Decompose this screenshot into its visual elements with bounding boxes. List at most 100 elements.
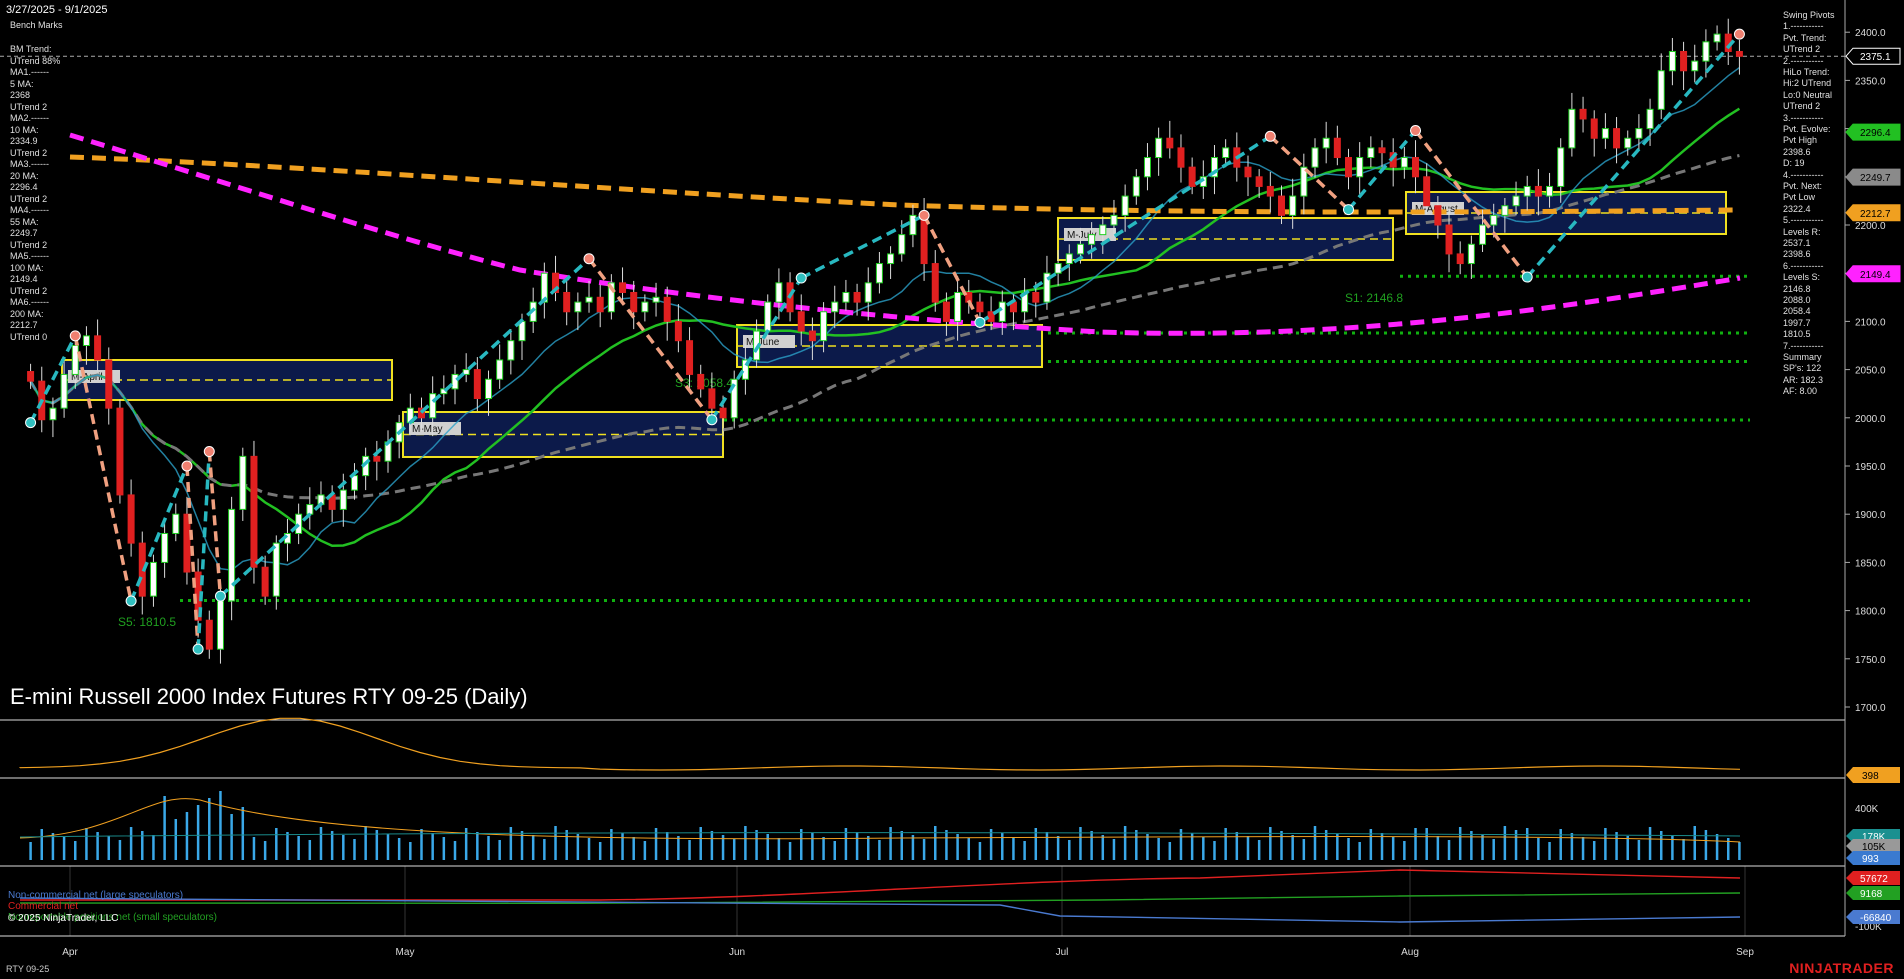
pivot-line: AF: 8.00 bbox=[1783, 386, 1818, 397]
benchmark-line: UTrend 2 bbox=[10, 147, 48, 158]
candle-body bbox=[1121, 195, 1129, 216]
candle-body bbox=[652, 296, 660, 303]
pivot-line: Pvt. Evolve: bbox=[1783, 124, 1831, 134]
y-tick-label: 1850.0 bbox=[1855, 558, 1886, 569]
benchmark-line: UTrend 2 bbox=[10, 239, 48, 250]
pivot-line: 2398.6 bbox=[1783, 249, 1811, 260]
benchmark-line: MA6.------ bbox=[10, 297, 49, 307]
pivot-line: 2537.1 bbox=[1783, 238, 1811, 248]
pivot-line: 1997.7 bbox=[1783, 317, 1811, 328]
candle-body bbox=[898, 234, 906, 255]
candle-body bbox=[1356, 157, 1364, 178]
benchmark-line: UTrend 2 bbox=[10, 101, 48, 112]
swing-high-marker bbox=[918, 209, 930, 221]
price-chart[interactable]: S1: 2146.8S2: 2088.0S3: 2058.4S4: 1997.7… bbox=[0, 0, 1904, 979]
benchmark-line: UTrend 2 bbox=[10, 285, 48, 296]
candle-body bbox=[1523, 185, 1531, 197]
swing-low-marker bbox=[974, 316, 986, 328]
candle-body bbox=[1400, 157, 1408, 168]
candle-body bbox=[1155, 137, 1163, 159]
benchmark-line: MA5.------ bbox=[10, 251, 49, 261]
chart-title: E-mini Russell 2000 Index Futures RTY 09… bbox=[10, 684, 528, 709]
candle-body bbox=[998, 301, 1006, 322]
y-tick-label: 2000.0 bbox=[1855, 414, 1886, 425]
y-tick-label: 1800.0 bbox=[1855, 607, 1886, 618]
candle-body bbox=[1735, 50, 1743, 57]
candle-body bbox=[205, 619, 213, 650]
y-tick-label: 1950.0 bbox=[1855, 462, 1886, 473]
candle-body bbox=[1188, 166, 1196, 187]
moving-averages-layer bbox=[29, 66, 1741, 571]
candle-body bbox=[473, 369, 481, 400]
swing-low-marker bbox=[192, 643, 204, 655]
swing-low-marker bbox=[125, 595, 137, 607]
ma-10-line bbox=[29, 66, 1740, 571]
candle-body bbox=[842, 291, 850, 303]
candle-body bbox=[507, 340, 515, 361]
candle-body bbox=[239, 455, 247, 510]
candle-body bbox=[485, 378, 493, 400]
x-tick-label: May bbox=[396, 947, 415, 958]
volume-axis-label: 400K bbox=[1855, 804, 1879, 815]
x-tick-label: Aug bbox=[1401, 947, 1419, 958]
candle-body bbox=[1490, 214, 1498, 226]
price-tag-value: 2375.1 bbox=[1860, 52, 1891, 63]
candle-body bbox=[887, 253, 895, 265]
candle-body bbox=[1177, 147, 1185, 168]
copyright: © 2025 NinjaTrader, LLC bbox=[8, 913, 119, 924]
swing-low-marker bbox=[214, 590, 226, 602]
benchmark-line: UTrend 0 bbox=[10, 331, 48, 342]
candle-body bbox=[27, 371, 35, 382]
benchmark-line: BM Trend: bbox=[10, 44, 52, 54]
swing-low-marker bbox=[706, 414, 718, 426]
benchmark-line: 200 MA: bbox=[10, 308, 44, 319]
candle-body bbox=[976, 301, 984, 313]
bench-marks-heading: Bench Marks bbox=[10, 20, 63, 30]
price-tag-value: 2212.7 bbox=[1860, 209, 1891, 220]
x-tick-label: Jun bbox=[729, 947, 745, 958]
benchmark-line: 2149.4 bbox=[10, 274, 38, 284]
oscillator-line bbox=[19, 717, 1741, 771]
candle-body bbox=[172, 513, 180, 534]
candle-body bbox=[295, 513, 303, 534]
support-level-label: S5: 1810.5 bbox=[118, 615, 176, 629]
candle-body bbox=[663, 296, 671, 322]
candle-body bbox=[94, 335, 102, 361]
y-tick-label: 2400.0 bbox=[1855, 28, 1886, 39]
candle-body bbox=[831, 301, 839, 313]
candle-body bbox=[619, 282, 627, 293]
candle-body bbox=[1244, 166, 1252, 178]
pivot-line: 2088.0 bbox=[1783, 295, 1811, 305]
candle-body bbox=[942, 301, 950, 322]
candle-body bbox=[864, 282, 872, 303]
candle-body bbox=[1579, 108, 1587, 120]
swing-high-marker bbox=[203, 446, 215, 458]
candle-body bbox=[1367, 147, 1375, 159]
candle-body bbox=[853, 291, 861, 303]
cot-tag-value: 9168 bbox=[1860, 889, 1883, 900]
oscillator-tag-value: 398 bbox=[1862, 771, 1879, 782]
pivot-line: 6.----------- bbox=[1783, 260, 1824, 271]
candle-body bbox=[1110, 214, 1118, 226]
pivot-line: 3.----------- bbox=[1783, 112, 1824, 123]
candle-body bbox=[1467, 243, 1475, 265]
candle-body bbox=[875, 263, 883, 284]
x-tick-label: Apr bbox=[62, 947, 78, 958]
swing-high-marker bbox=[1264, 130, 1276, 142]
candle-body bbox=[127, 494, 135, 544]
candle-body bbox=[708, 388, 716, 409]
candle-body bbox=[228, 508, 236, 602]
y-tick-label: 2200.0 bbox=[1855, 221, 1886, 232]
candle-body bbox=[775, 282, 783, 303]
pivot-line: 2146.8 bbox=[1783, 283, 1811, 294]
benchmark-line: MA1.------ bbox=[10, 67, 49, 77]
benchmark-line: UTrend 2 bbox=[10, 193, 48, 204]
pivot-line: Levels R: bbox=[1783, 226, 1821, 237]
pivot-line: Pvt Low bbox=[1783, 192, 1816, 203]
candle-body bbox=[1434, 205, 1442, 226]
pivot-line: Pvt. Next: bbox=[1783, 181, 1823, 191]
monthly-box-label: M-June bbox=[746, 337, 780, 348]
candle-body bbox=[641, 301, 649, 313]
pivot-line: AR: 182.3 bbox=[1783, 374, 1824, 385]
candle-body bbox=[60, 373, 68, 409]
